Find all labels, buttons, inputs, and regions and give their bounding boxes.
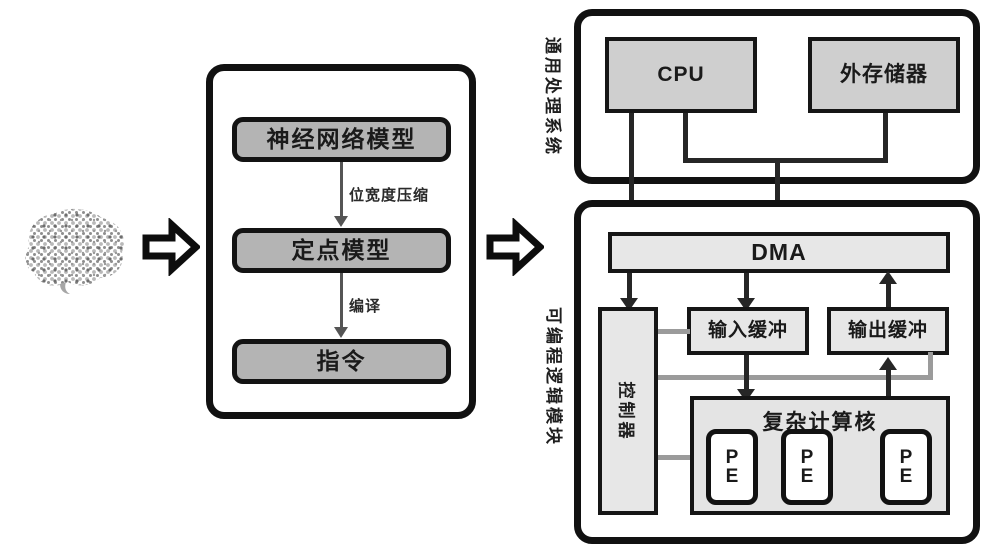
arrowhead-core-to-output-buffer — [879, 357, 897, 370]
block-pe-1[interactable]: P E — [706, 429, 758, 505]
block-dma[interactable]: DMA — [608, 232, 950, 273]
connector-stage2-stage3 — [340, 273, 343, 330]
block-output-buffer[interactable]: 输出缓冲 — [827, 307, 949, 355]
brain-icon — [8, 200, 133, 295]
block-pe-1-line1: P — [725, 447, 739, 468]
stage-fixed-point-model[interactable]: 定点模型 — [232, 228, 451, 273]
control-wire-to-input-buffer — [658, 329, 690, 334]
wire-cpu-right-down — [683, 113, 688, 162]
control-wire-mid-riser — [928, 352, 933, 378]
wire-cpu-to-mem-bus — [683, 158, 888, 163]
block-arrow-right-icon-1 — [142, 217, 202, 277]
block-pe-2-line2: E — [800, 466, 814, 487]
host-panel-side-label: 通用处理系统 — [543, 37, 562, 157]
block-controller-label: 控制器 — [616, 381, 636, 441]
block-pe-2-line1: P — [800, 447, 814, 468]
arrowhead-output-buffer-to-dma — [879, 271, 897, 284]
stage-instruction[interactable]: 指令 — [232, 339, 451, 384]
block-arrow-right-icon-2 — [486, 217, 546, 277]
arrowhead-stage2-stage3 — [334, 327, 348, 338]
wire-mem-down — [883, 113, 888, 162]
control-wire-to-compute-core — [658, 455, 694, 460]
connector-stage1-stage2 — [340, 162, 343, 219]
block-external-memory[interactable]: 外存储器 — [808, 37, 960, 113]
arrowhead-stage1-stage2 — [334, 216, 348, 227]
fpga-panel-side-label: 可编程逻辑模块 — [544, 307, 563, 447]
block-pe-2[interactable]: P E — [781, 429, 833, 505]
control-wire-mid — [658, 375, 933, 380]
diagram-canvas: 神经网络模型 位宽度压缩 定点模型 编译 指令 通用处理系统 CPU 外存储器 … — [0, 0, 1000, 554]
stage-neural-network-model[interactable]: 神经网络模型 — [232, 117, 451, 162]
transition-compile-label: 编译 — [349, 298, 382, 315]
block-pe-3-line1: P — [899, 447, 913, 468]
block-input-buffer[interactable]: 输入缓冲 — [687, 307, 809, 355]
block-pe-3-line2: E — [899, 466, 913, 487]
block-pe-1-line2: E — [725, 466, 739, 487]
transition-bitwidth-compression-label: 位宽度压缩 — [349, 187, 430, 204]
block-pe-3[interactable]: P E — [880, 429, 932, 505]
wire-output-buffer-to-dma — [886, 282, 891, 308]
block-cpu[interactable]: CPU — [605, 37, 757, 113]
block-controller[interactable]: 控制器 — [598, 307, 658, 515]
